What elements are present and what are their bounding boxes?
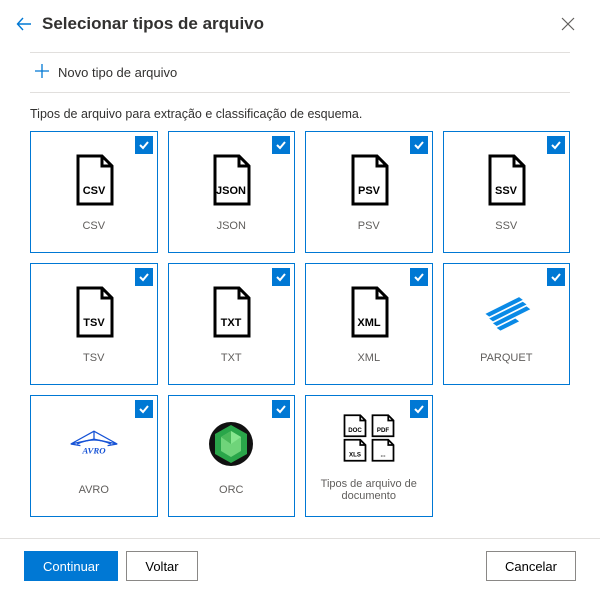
- check-icon: [135, 268, 153, 286]
- check-icon: [272, 136, 290, 154]
- dialog-footer: Continuar Voltar Cancelar: [0, 538, 600, 593]
- dialog-header: Selecionar tipos de arquivo: [0, 0, 600, 46]
- file-type-xml[interactable]: XML XML: [305, 263, 433, 385]
- file-icon: TSV: [66, 284, 122, 340]
- file-icon: CSV: [66, 152, 122, 208]
- check-icon: [135, 136, 153, 154]
- card-label: ORC: [215, 484, 247, 496]
- file-icon: SSV: [478, 152, 534, 208]
- document-types-icon: DOC PDF XLS ...: [341, 410, 397, 466]
- file-type-tsv[interactable]: TSV TSV: [30, 263, 158, 385]
- file-type-document[interactable]: DOC PDF XLS ... Tipos de arquivo de docu…: [305, 395, 433, 517]
- avro-icon: AVRO: [66, 416, 122, 472]
- check-icon: [135, 400, 153, 418]
- card-label: Tipos de arquivo de documento: [306, 478, 432, 502]
- card-label: TSV: [79, 352, 108, 364]
- svg-text:SSV: SSV: [495, 185, 518, 197]
- svg-text:XML: XML: [357, 317, 381, 329]
- file-type-grid: CSV CSV JSON JSON PSV PSV SSV SSV TSV TS…: [0, 131, 600, 517]
- file-type-ssv[interactable]: SSV SSV: [443, 131, 571, 253]
- orc-icon: [203, 416, 259, 472]
- back-button[interactable]: [12, 12, 36, 36]
- file-type-json[interactable]: JSON JSON: [168, 131, 296, 253]
- close-icon: [561, 17, 575, 31]
- card-label: XML: [353, 352, 384, 364]
- arrow-left-icon: [16, 16, 32, 32]
- back-button-footer[interactable]: Voltar: [126, 551, 197, 581]
- svg-text:TSV: TSV: [83, 317, 105, 329]
- svg-text:...: ...: [380, 451, 385, 458]
- card-label: AVRO: [75, 484, 113, 496]
- file-type-txt[interactable]: TXT TXT: [168, 263, 296, 385]
- svg-text:PSV: PSV: [358, 185, 381, 197]
- svg-text:DOC: DOC: [348, 427, 362, 434]
- check-icon: [410, 268, 428, 286]
- card-label: TXT: [217, 352, 246, 364]
- close-button[interactable]: [554, 10, 582, 38]
- continue-button[interactable]: Continuar: [24, 551, 118, 581]
- new-file-type-button[interactable]: Novo tipo de arquivo: [30, 52, 570, 93]
- file-type-parquet[interactable]: PARQUET: [443, 263, 571, 385]
- file-icon: PSV: [341, 152, 397, 208]
- file-type-psv[interactable]: PSV PSV: [305, 131, 433, 253]
- new-file-type-label: Novo tipo de arquivo: [58, 65, 177, 80]
- dialog-title: Selecionar tipos de arquivo: [42, 14, 554, 34]
- svg-text:PDF: PDF: [377, 427, 389, 434]
- svg-text:TXT: TXT: [221, 317, 242, 329]
- check-icon: [410, 136, 428, 154]
- cancel-button[interactable]: Cancelar: [486, 551, 576, 581]
- description-text: Tipos de arquivo para extração e classif…: [30, 107, 570, 121]
- check-icon: [272, 268, 290, 286]
- check-icon: [272, 400, 290, 418]
- card-label: JSON: [213, 220, 250, 232]
- svg-text:AVRO: AVRO: [81, 446, 106, 456]
- card-label: SSV: [491, 220, 521, 232]
- check-icon: [410, 400, 428, 418]
- check-icon: [547, 268, 565, 286]
- card-label: PSV: [354, 220, 384, 232]
- plus-icon: [34, 63, 50, 82]
- card-label: CSV: [78, 220, 109, 232]
- file-type-orc[interactable]: ORC: [168, 395, 296, 517]
- file-icon: TXT: [203, 284, 259, 340]
- svg-text:XLS: XLS: [349, 451, 361, 458]
- parquet-icon: [478, 284, 534, 340]
- card-label: PARQUET: [476, 352, 536, 364]
- file-type-avro[interactable]: AVRO AVRO: [30, 395, 158, 517]
- svg-text:CSV: CSV: [82, 185, 105, 197]
- svg-text:JSON: JSON: [216, 185, 246, 197]
- file-type-csv[interactable]: CSV CSV: [30, 131, 158, 253]
- file-icon: XML: [341, 284, 397, 340]
- file-icon: JSON: [203, 152, 259, 208]
- check-icon: [547, 136, 565, 154]
